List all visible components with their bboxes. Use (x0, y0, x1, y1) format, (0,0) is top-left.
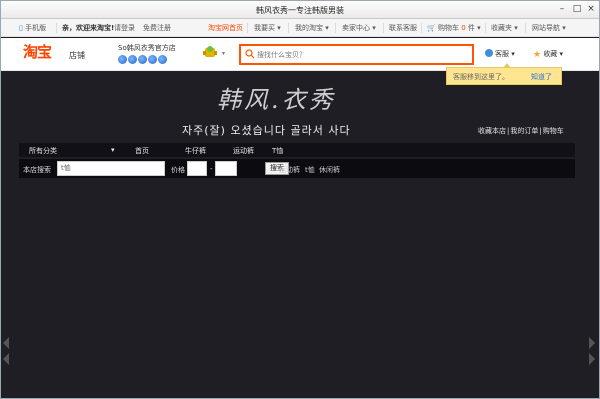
divider (525, 23, 526, 33)
price-max-input[interactable] (215, 161, 237, 176)
nav-sweatpants[interactable]: 运动裤 (233, 146, 254, 156)
crown-icon (138, 55, 147, 64)
shop-search-bar: 本店搜索 t恤 价格 - 搜索 运动裤 t恤 休闲裤 (19, 159, 575, 178)
chevron-down-icon: ▾ (511, 50, 515, 58)
divider (247, 23, 248, 33)
tooltip-text: 客服移到这里了。 (453, 73, 509, 81)
shop-badge-icon[interactable] (201, 45, 219, 59)
search-box (239, 44, 474, 65)
shop-nav: 所有分类 ▾ 首页 牛仔裤 运动裤 T恤 (19, 143, 575, 157)
shop-rating-crowns (118, 55, 168, 65)
nav-home[interactable]: 首页 (135, 146, 149, 156)
chevron-down-icon: ▾ (372, 24, 376, 32)
crown-icon (128, 55, 137, 64)
close-icon[interactable]: × (586, 4, 596, 14)
seller-center-menu[interactable]: 卖家中心 ▾ (342, 23, 376, 33)
my-orders-link[interactable]: 我的订单 (510, 127, 538, 135)
contact-service-link[interactable]: 联系客服 (389, 23, 417, 33)
mobile-link[interactable]: ▯ 手机版 (19, 23, 46, 33)
maximize-icon[interactable]: □ (572, 4, 582, 14)
crown-icon (118, 55, 127, 64)
title-bar: 韩风衣秀一专注韩版男装 – □ × (1, 1, 599, 19)
chevron-down-icon: ▾ (325, 24, 329, 32)
logo-sub-label: 店铺 (69, 51, 85, 60)
cart-link[interactable]: 🛒 购物车 0 件 ▾ (427, 23, 481, 33)
chevron-down-icon: ▾ (277, 24, 281, 32)
divider (421, 23, 422, 33)
register-link[interactable]: 免费注册 (143, 23, 171, 33)
window-title: 韩风衣秀一专注韩版男装 (256, 6, 344, 15)
divider (56, 23, 57, 33)
favorites-menu[interactable]: 收藏夹 ▾ (491, 23, 518, 33)
search-icon (245, 49, 255, 59)
divider (335, 23, 336, 33)
shop-links: 收藏本店|我的订单|购物车 (478, 127, 564, 135)
brand-subtitle: 자주(잘) 오셨습니다 골라서 사다 (182, 124, 351, 137)
divider (383, 23, 384, 33)
divider (485, 23, 486, 33)
cart-link[interactable]: 购物车 (543, 127, 564, 135)
collect-shop-link[interactable]: 收藏本店 (478, 127, 506, 135)
phone-icon: ▯ (19, 24, 23, 32)
hot-keyword[interactable]: t恤 (305, 165, 315, 175)
chevron-down-icon[interactable]: ▾ (222, 50, 225, 57)
welcome-text: 亲，欢迎来淘宝! (62, 24, 115, 32)
cart-icon: 🛒 (427, 24, 436, 32)
chevron-down-icon[interactable]: ▾ (111, 146, 115, 154)
login-link[interactable]: 请登录 (114, 23, 135, 33)
price-min-input[interactable] (187, 161, 207, 176)
divider (288, 23, 289, 33)
chevron-down-icon: ▾ (562, 24, 566, 32)
price-separator: - (210, 165, 213, 173)
price-label: 价格 (171, 166, 185, 174)
service-moved-tooltip: 客服移到这里了。 知道了 (446, 63, 562, 85)
site-topbar: ▯ 手机版 亲，欢迎来淘宝! 请登录 免费注册 淘宝网首页 我要买 ▾ 我的淘宝… (1, 19, 599, 37)
crown-icon (158, 55, 167, 64)
service-icon (485, 49, 493, 57)
taobao-logo[interactable]: 淘宝 (23, 41, 52, 62)
favorite-shop-button[interactable]: ★ 收藏 ▾ (533, 49, 563, 60)
star-icon: ★ (533, 50, 542, 60)
chevron-down-icon: ▾ (514, 24, 518, 32)
chevron-down-icon: ▾ (559, 50, 564, 58)
shop-name[interactable]: So韩风衣秀官方店 (118, 43, 176, 53)
customer-service-button[interactable]: 客服 ▾ (485, 49, 515, 59)
nav-jeans[interactable]: 牛仔裤 (185, 146, 206, 156)
hot-keyword[interactable]: 运动裤 (279, 165, 300, 175)
nav-all-categories[interactable]: 所有分类 (29, 146, 57, 156)
shop-search-label: 本店搜索 (23, 166, 51, 174)
shop-search-input[interactable]: t恤 (57, 161, 165, 176)
taobao-home-link[interactable]: 淘宝网首页 (208, 23, 243, 33)
minimize-icon[interactable]: – (557, 4, 567, 14)
left-edge-arrow-icon[interactable] (1, 331, 11, 371)
nav-tshirt[interactable]: T恤 (272, 146, 283, 156)
site-nav-menu[interactable]: 网站导航 ▾ (532, 23, 566, 33)
crown-icon (148, 55, 157, 64)
browser-window: 韩风衣秀一专注韩版男装 – □ × ▯ 手机版 亲，欢迎来淘宝! 请登录 免费注… (0, 0, 600, 399)
mytaobao-menu[interactable]: 我的淘宝 ▾ (295, 23, 329, 33)
brand-title: 韩风.衣秀 (217, 86, 336, 114)
search-input[interactable] (257, 48, 457, 62)
right-edge-arrow-icon[interactable] (587, 331, 597, 371)
hot-keyword[interactable]: 休闲裤 (319, 165, 340, 175)
chevron-down-icon: ▾ (477, 24, 481, 32)
tooltip-dismiss-link[interactable]: 知道了 (531, 72, 552, 82)
buy-menu[interactable]: 我要买 ▾ (254, 23, 281, 33)
